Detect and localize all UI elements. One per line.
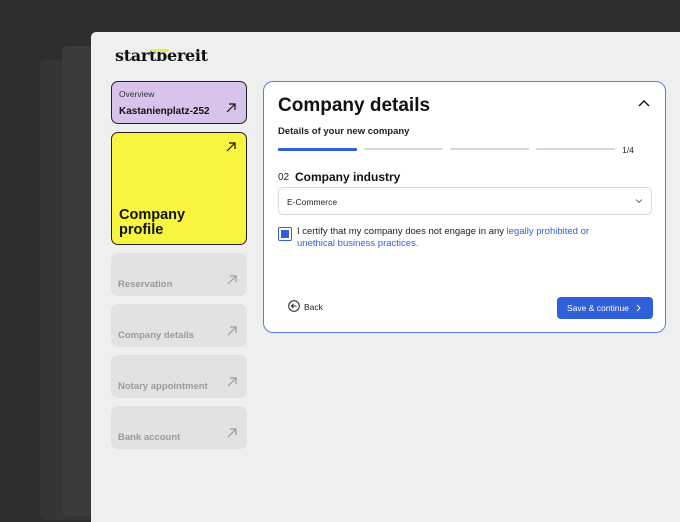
app-window: startbereit Overview Kastanienplatz-252 … [91,32,680,522]
back-label: Back [304,302,323,312]
sidebar-card-company-details[interactable]: Company details [111,304,247,347]
progress-segment [450,148,529,150]
arrow-left-circle-icon [288,300,300,312]
sidebar-card-company-profile[interactable]: Company profile [111,132,247,245]
checkbox-fill [280,229,289,238]
overview-address: Kastanienplatz-252 [119,106,210,117]
company-profile-label: Company profile [119,207,186,238]
step-counter: 1/4 [622,145,634,155]
sidebar-item-label: Company details [118,330,195,341]
logo-accent [151,49,169,52]
sidebar-card-reservation[interactable]: Reservation [111,253,247,296]
chevron-up-icon[interactable] [637,98,651,108]
arrow-up-right-icon [227,428,237,438]
panel-subtitle: Details of your new company [278,126,410,137]
arrow-up-right-icon [227,275,237,285]
sidebar-card-bank-account[interactable]: Bank account [111,406,247,449]
arrow-up-right-icon [227,377,237,387]
save-label: Save & continue [567,303,629,313]
certify-text: I certify that my company does not engag… [297,226,617,250]
certify-checkbox[interactable] [278,227,292,241]
arrow-up-right-icon [226,103,236,113]
company-details-panel: Company details Details of your new comp… [263,81,666,333]
sidebar-item-label: Reservation [118,279,173,290]
overview-label: Overview [119,89,155,99]
chevron-down-icon [635,199,643,204]
progress-segment [364,148,443,150]
certify-statement: I certify that my company does not engag… [297,226,507,237]
save-continue-button[interactable]: Save & continue [557,297,653,319]
question-title: Company industry [295,170,401,184]
sidebar-item-label: Bank account [118,432,181,443]
chevron-right-icon [636,304,641,312]
sidebar-card-overview[interactable]: Overview Kastanienplatz-252 [111,81,247,124]
arrow-up-right-icon [227,326,237,336]
arrow-up-right-icon [226,142,236,152]
select-value: E-Commerce [287,197,338,207]
industry-select[interactable]: E-Commerce [278,187,652,215]
progress-segment [536,148,615,150]
panel-title: Company details [278,95,431,116]
progress-segment [278,148,357,151]
sidebar-card-notary-appointment[interactable]: Notary appointment [111,355,247,398]
question-number: 02 [278,172,290,183]
step-progress [278,148,615,151]
sidebar-item-label: Notary appointment [118,381,208,392]
